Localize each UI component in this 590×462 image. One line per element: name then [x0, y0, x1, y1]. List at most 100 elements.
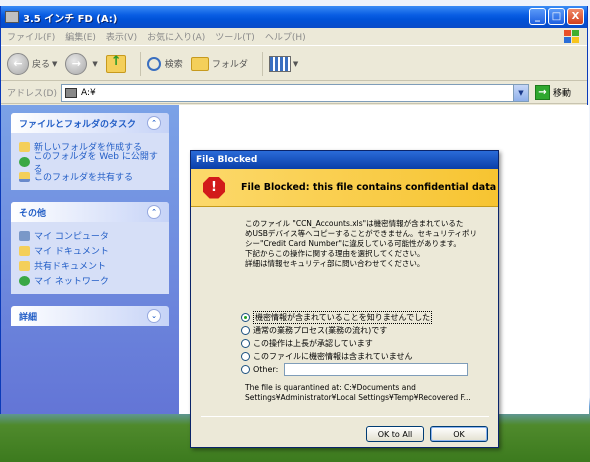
menu-bar: ファイル(F) 編集(E) 表示(V) お気に入り(A) ツール(T) ヘルプ(… [1, 28, 587, 46]
chevron-down-icon: ▼ [292, 59, 299, 68]
details-panel: 詳細 ⌄ [11, 306, 169, 326]
task-publish-web[interactable]: このフォルダを Web に公開する [19, 152, 161, 175]
folder-icon [190, 56, 209, 71]
place-label: マイ コンピュータ [34, 232, 109, 242]
back-arrow-icon: ← [7, 52, 29, 75]
menu-tools[interactable]: ツール(T) [215, 30, 255, 43]
details-title: 詳細 [19, 312, 38, 323]
option-label: 機密情報が含まれていることを知りませんでした [253, 311, 433, 324]
stop-icon: ! [203, 176, 225, 199]
reason-options: 機密情報が含まれていることを知りませんでした 通常の業務プロセス(業務の流れ)で… [241, 311, 481, 376]
forward-arrow-icon: → [65, 52, 88, 75]
place-shared-documents[interactable]: 共有ドキュメント [19, 258, 161, 273]
other-places-panel: その他 ⌃ マイ コンピュータ マイ ドキュメント 共有ドキュメント マイ ネッ… [11, 202, 169, 294]
other-places-header[interactable]: その他 ⌃ [11, 202, 169, 222]
address-label: アドレス(D) [7, 89, 57, 99]
views-button[interactable]: ▼ [268, 55, 299, 72]
message-line: このファイル "CCN_Accounts.xls"は機密情報が含まれているた [245, 219, 464, 228]
menu-edit[interactable]: 編集(E) [65, 30, 96, 43]
dialog-separator [201, 416, 489, 417]
reason-option-unaware[interactable]: 機密情報が含まれていることを知りませんでした [241, 311, 481, 324]
toolbar: ← 戻る ▼ → ▼ 検索 フォルダ ▼ [1, 47, 587, 81]
folders-label: フォルダ [211, 60, 248, 70]
quarantine-line: The file is quarantined at: C:¥Documents… [245, 383, 416, 392]
other-reason-input[interactable] [284, 363, 469, 376]
my-documents-icon [19, 245, 30, 256]
address-dropdown-button[interactable]: ▼ [512, 84, 528, 101]
option-label: このファイルに機密情報は含まれていません [253, 352, 413, 361]
quarantine-note: The file is quarantined at: C:¥Documents… [245, 383, 485, 403]
close-button[interactable]: X [567, 8, 584, 25]
place-label: マイ ネットワーク [34, 277, 109, 287]
shared-documents-icon [19, 260, 30, 271]
toolbar-separator [139, 51, 141, 76]
windows-logo-icon [564, 30, 579, 43]
address-input[interactable]: A:¥ ▼ [60, 83, 529, 102]
up-folder-button[interactable] [105, 54, 126, 73]
up-folder-icon [105, 54, 126, 73]
message-line: めUSBデバイス等へコピーすることができません。セキュリティポリ [245, 229, 477, 238]
search-label: 検索 [164, 60, 183, 70]
task-label: このフォルダを共有する [34, 173, 134, 183]
place-my-documents[interactable]: マイ ドキュメント [19, 243, 161, 258]
address-value: A:¥ [80, 87, 96, 98]
search-button[interactable]: 検索 [146, 56, 183, 71]
file-tasks-header[interactable]: ファイルとフォルダのタスク ⌃ [11, 113, 169, 133]
option-label: 通常の業務プロセス(業務の流れ)です [253, 326, 388, 335]
chevron-down-icon: ▼ [92, 59, 98, 68]
go-label: 移動 [552, 89, 571, 99]
dialog-message: このファイル "CCN_Accounts.xls"は機密情報が含まれているた め… [245, 219, 485, 269]
toolbar-separator [261, 51, 263, 76]
floppy-drive-icon [64, 87, 77, 98]
reason-option-other[interactable]: Other: [241, 363, 481, 376]
new-folder-icon [19, 141, 30, 152]
radio-button[interactable] [241, 313, 250, 322]
chevron-down-icon: ▼ [52, 59, 58, 68]
place-my-computer[interactable]: マイ コンピュータ [19, 228, 161, 243]
menu-file[interactable]: ファイル(F) [7, 30, 55, 43]
collapse-chevron-icon[interactable]: ⌃ [147, 205, 161, 219]
reason-option-approved[interactable]: この操作は上長が承認しています [241, 337, 481, 350]
option-label: この操作は上長が承認しています [253, 339, 373, 348]
place-my-network[interactable]: マイ ネットワーク [19, 273, 161, 288]
floppy-drive-icon [5, 11, 19, 23]
web-publish-icon [19, 156, 30, 167]
forward-button[interactable]: → ▼ [65, 52, 98, 75]
file-tasks-panel: ファイルとフォルダのタスク ⌃ 新しいフォルダを作成する このフォルダを Web… [11, 113, 169, 190]
file-blocked-dialog: File Blocked ! File Blocked: this file c… [190, 150, 499, 448]
other-label: Other: [253, 365, 279, 374]
window-controls: _ □ X [529, 8, 584, 25]
address-bar: アドレス(D) A:¥ ▼ → 移動 [1, 82, 587, 104]
go-button[interactable]: → 移動 [534, 85, 571, 100]
menu-favorites[interactable]: お気に入り(A) [147, 30, 205, 43]
expand-chevron-icon[interactable]: ⌄ [147, 309, 161, 323]
folders-button[interactable]: フォルダ [190, 56, 248, 71]
dialog-buttons: OK to All OK [366, 426, 488, 442]
reason-option-business-process[interactable]: 通常の業務プロセス(業務の流れ)です [241, 324, 481, 337]
task-pane: ファイルとフォルダのタスク ⌃ 新しいフォルダを作成する このフォルダを Web… [1, 105, 179, 414]
place-label: 共有ドキュメント [34, 262, 107, 272]
menu-help[interactable]: ヘルプ(H) [265, 30, 306, 43]
back-button[interactable]: ← 戻る ▼ [7, 52, 58, 75]
details-header[interactable]: 詳細 ⌄ [11, 306, 169, 326]
title-bar[interactable]: 3.5 インチ FD (A:) _ □ X [1, 6, 587, 28]
radio-button[interactable] [241, 339, 250, 348]
radio-button[interactable] [241, 365, 250, 374]
menu-view[interactable]: 表示(V) [106, 30, 137, 43]
my-computer-icon [19, 230, 30, 241]
collapse-chevron-icon[interactable]: ⌃ [147, 116, 161, 130]
back-label: 戻る [32, 60, 51, 70]
minimize-button[interactable]: _ [529, 8, 546, 25]
ok-to-all-button[interactable]: OK to All [366, 426, 424, 442]
file-tasks-title: ファイルとフォルダのタスク [19, 119, 137, 130]
reason-option-no-confidential[interactable]: このファイルに機密情報は含まれていません [241, 350, 481, 363]
message-line: 下記からこの操作に関する理由を選択してください。 [245, 249, 425, 258]
search-icon [146, 56, 161, 71]
dialog-title[interactable]: File Blocked [191, 151, 498, 169]
maximize-button[interactable]: □ [548, 8, 565, 25]
ok-button[interactable]: OK [430, 426, 488, 442]
radio-button[interactable] [241, 352, 250, 361]
dialog-banner: ! File Blocked: this file contains confi… [191, 169, 498, 207]
radio-button[interactable] [241, 326, 250, 335]
share-folder-icon [19, 171, 30, 182]
